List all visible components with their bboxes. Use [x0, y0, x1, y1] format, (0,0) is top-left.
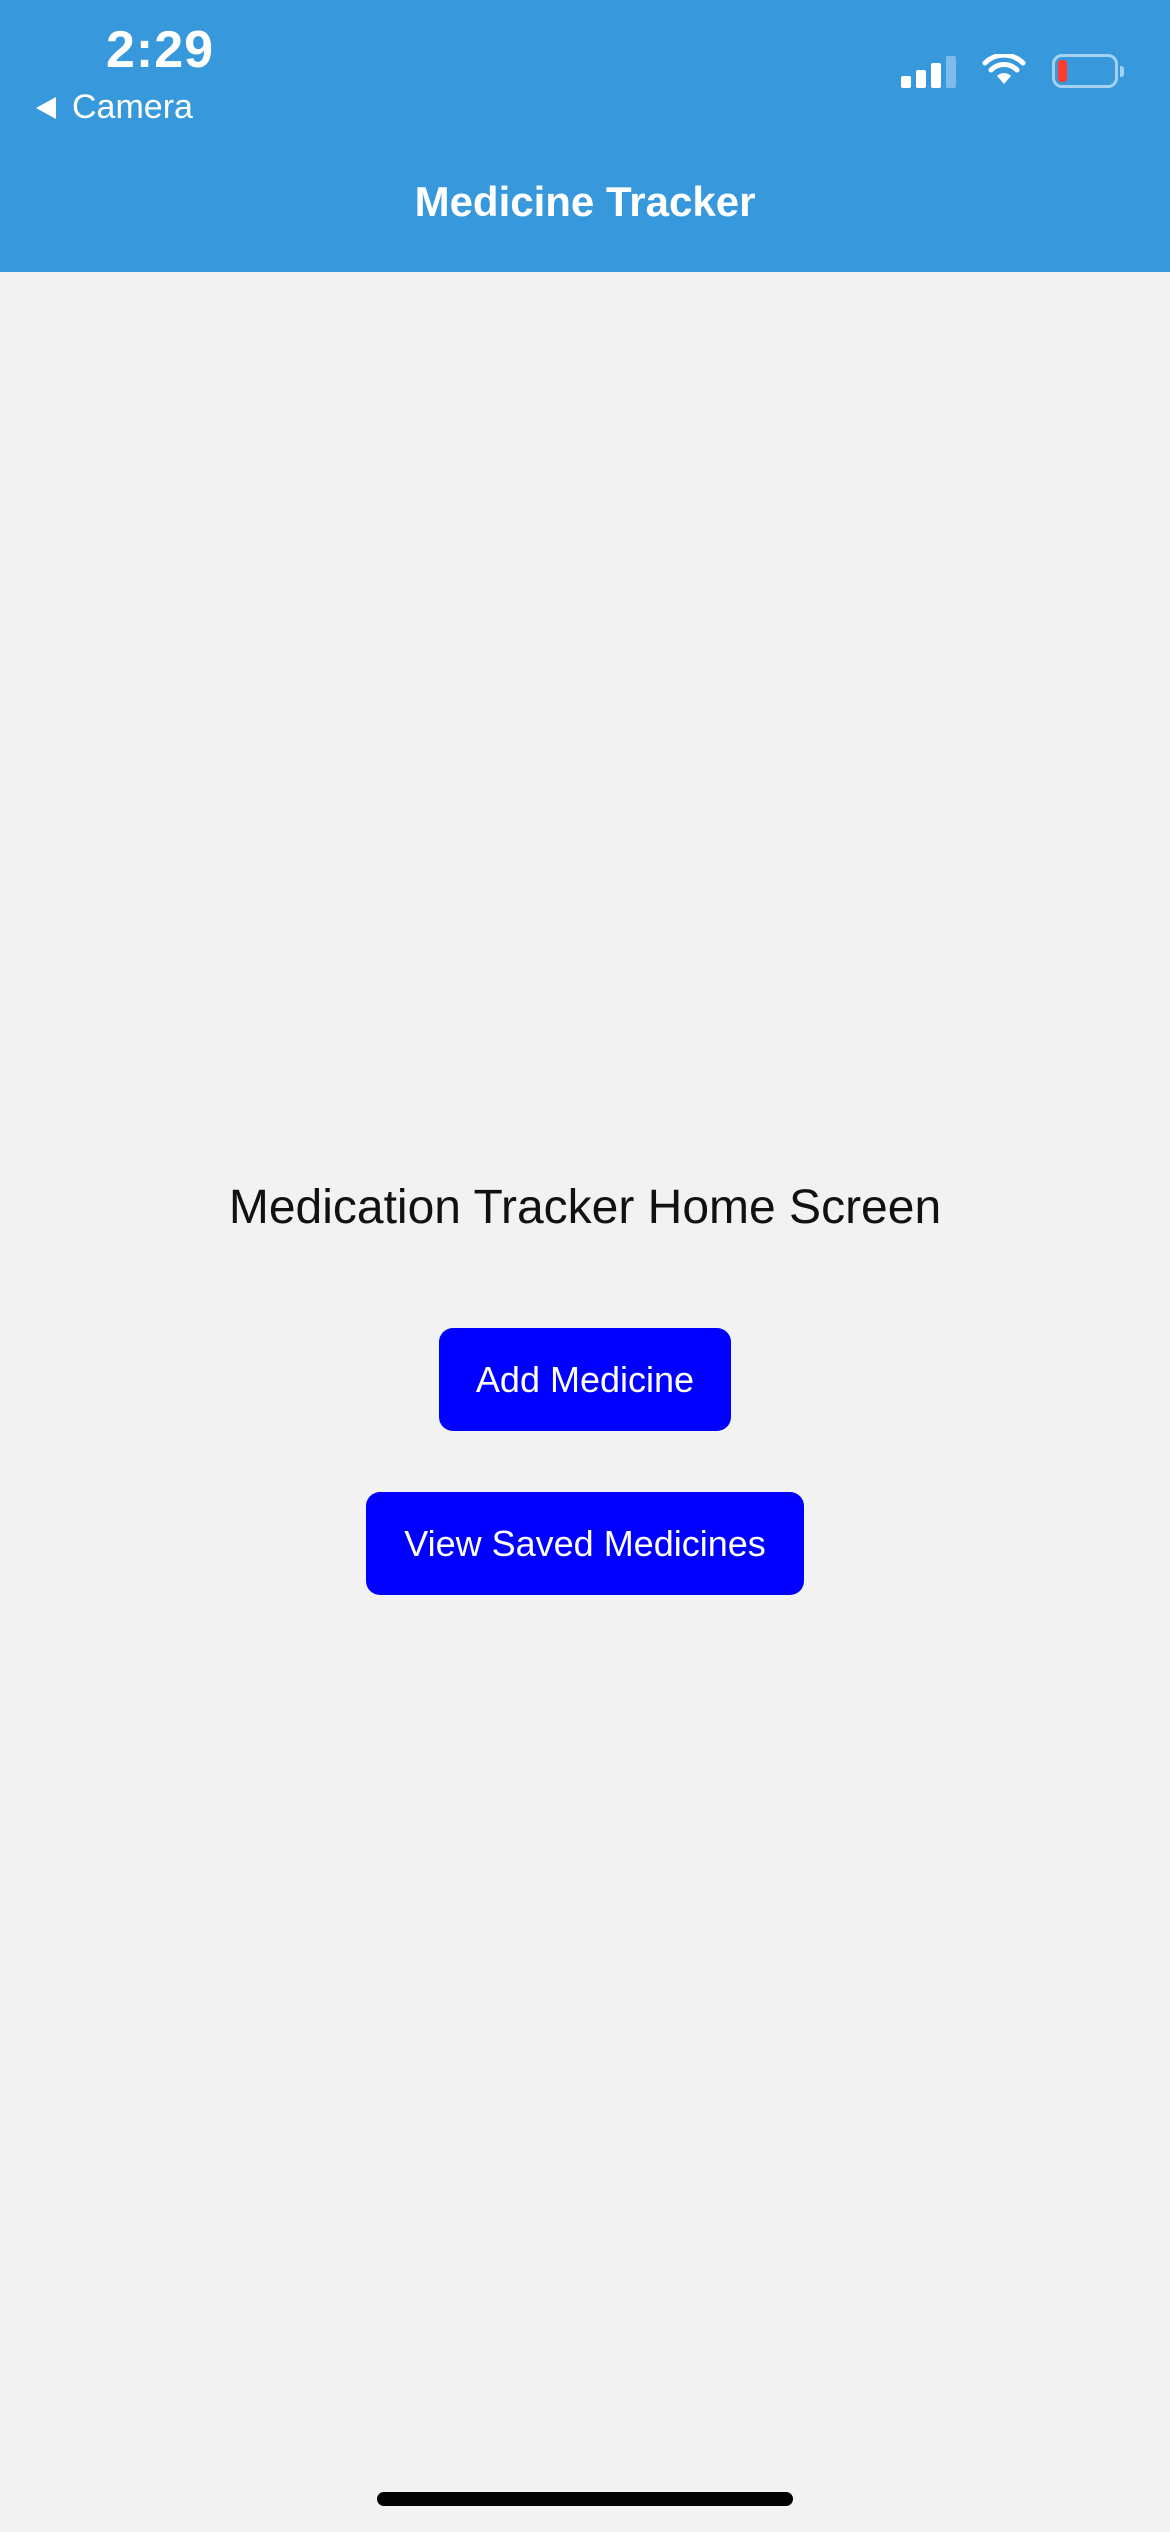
wifi-icon — [982, 54, 1026, 84]
app-screen: 2:29 Camera Medicine Tracker Medication … — [0, 0, 1170, 2532]
home-indicator[interactable] — [377, 2492, 793, 2506]
nav-title: Medicine Tracker — [414, 178, 756, 225]
app-header: 2:29 Camera Medicine Tracker — [0, 0, 1170, 272]
view-saved-medicines-button[interactable]: View Saved Medicines — [366, 1492, 804, 1595]
battery-nub — [1120, 66, 1124, 77]
home-heading: Medication Tracker Home Screen — [228, 1181, 942, 1234]
add-medicine-button[interactable]: Add Medicine — [439, 1328, 731, 1431]
back-to-camera-button[interactable]: Camera — [36, 88, 193, 127]
battery-icon — [1052, 54, 1124, 88]
back-to-camera-label: Camera — [72, 88, 193, 126]
signal-icon — [901, 54, 956, 88]
status-time: 2:29 — [106, 21, 215, 79]
battery-level — [1058, 60, 1067, 82]
back-arrow-icon — [36, 96, 56, 119]
status-icons — [901, 54, 1124, 88]
